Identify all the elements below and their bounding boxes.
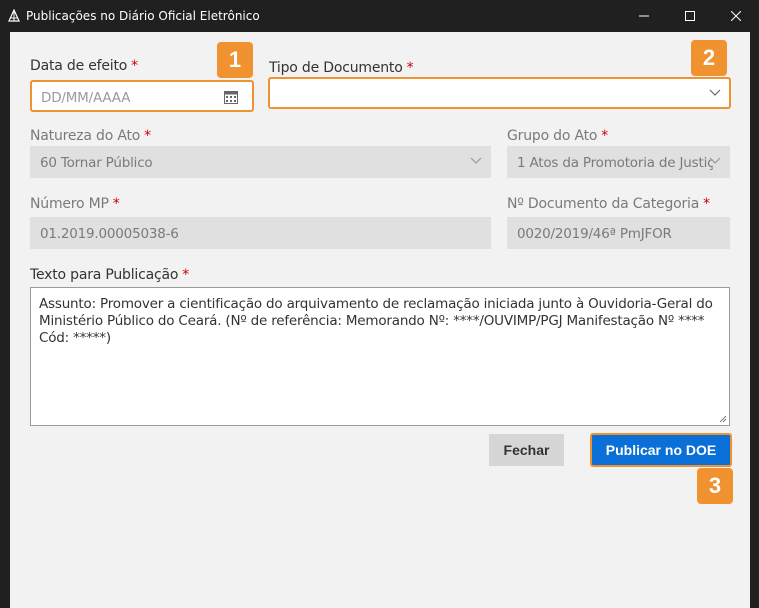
tipo-documento-select[interactable] xyxy=(268,77,731,109)
maximize-icon xyxy=(685,11,695,21)
close-button[interactable] xyxy=(713,0,759,32)
grupo-ato-select[interactable]: 1 Atos da Promotoria de Justiça xyxy=(507,146,730,178)
app-window: Publicações no Diário Oficial Eletrônico… xyxy=(0,0,759,608)
data-efeito-label: Data de efeito * xyxy=(30,58,138,74)
texto-publicacao-value: Assunto: Promover a cientificação do arq… xyxy=(39,296,713,346)
texto-publicacao-textarea[interactable]: Assunto: Promover a cientificação do arq… xyxy=(30,287,730,426)
publicar-doe-button[interactable]: Publicar no DOE xyxy=(590,433,732,467)
window-title: Publicações no Diário Oficial Eletrônico xyxy=(26,9,260,23)
fechar-button[interactable]: Fechar xyxy=(489,434,564,466)
chevron-down-icon xyxy=(709,157,721,164)
documento-categoria-value: 0020/2019/46ª PmJFOR xyxy=(517,226,672,242)
step-badge-2: 2 xyxy=(691,40,727,76)
step-badge-1: 1 xyxy=(217,42,253,78)
tipo-documento-label: Tipo de Documento * xyxy=(269,60,414,76)
grupo-ato-value: 1 Atos da Promotoria de Justiça xyxy=(517,155,713,171)
calendar-icon[interactable] xyxy=(224,90,238,104)
numero-mp-value: 01.2019.00005038-6 xyxy=(40,226,179,242)
chevron-down-icon xyxy=(709,89,721,96)
minimize-button[interactable] xyxy=(621,0,667,32)
resize-grip-icon[interactable] xyxy=(719,415,727,423)
grupo-ato-label: Grupo do Ato * xyxy=(507,128,609,144)
form-panel: Data de efeito * DD/MM/AAAA 1 Tipo de Doc… xyxy=(10,32,750,608)
natureza-ato-select[interactable]: 60 Tornar Público xyxy=(30,146,491,178)
close-icon xyxy=(731,11,741,21)
data-efeito-field[interactable]: DD/MM/AAAA xyxy=(30,80,254,112)
data-efeito-placeholder: DD/MM/AAAA xyxy=(41,90,131,106)
numero-mp-field[interactable]: 01.2019.00005038-6 xyxy=(30,217,491,249)
documento-categoria-label: Nº Documento da Categoria * xyxy=(507,196,710,212)
texto-publicacao-label: Texto para Publicação * xyxy=(30,267,190,283)
title-bar[interactable]: Publicações no Diário Oficial Eletrônico xyxy=(0,0,759,32)
natureza-ato-label: Natureza do Ato * xyxy=(30,128,151,144)
minimize-icon xyxy=(639,15,649,17)
maximize-button[interactable] xyxy=(667,0,713,32)
step-badge-3: 3 xyxy=(697,468,733,504)
documento-categoria-field[interactable]: 0020/2019/46ª PmJFOR xyxy=(507,217,730,249)
numero-mp-label: Número MP * xyxy=(30,196,120,212)
natureza-ato-value: 60 Tornar Público xyxy=(40,155,153,171)
app-logo-icon xyxy=(8,9,20,22)
chevron-down-icon xyxy=(470,157,482,164)
